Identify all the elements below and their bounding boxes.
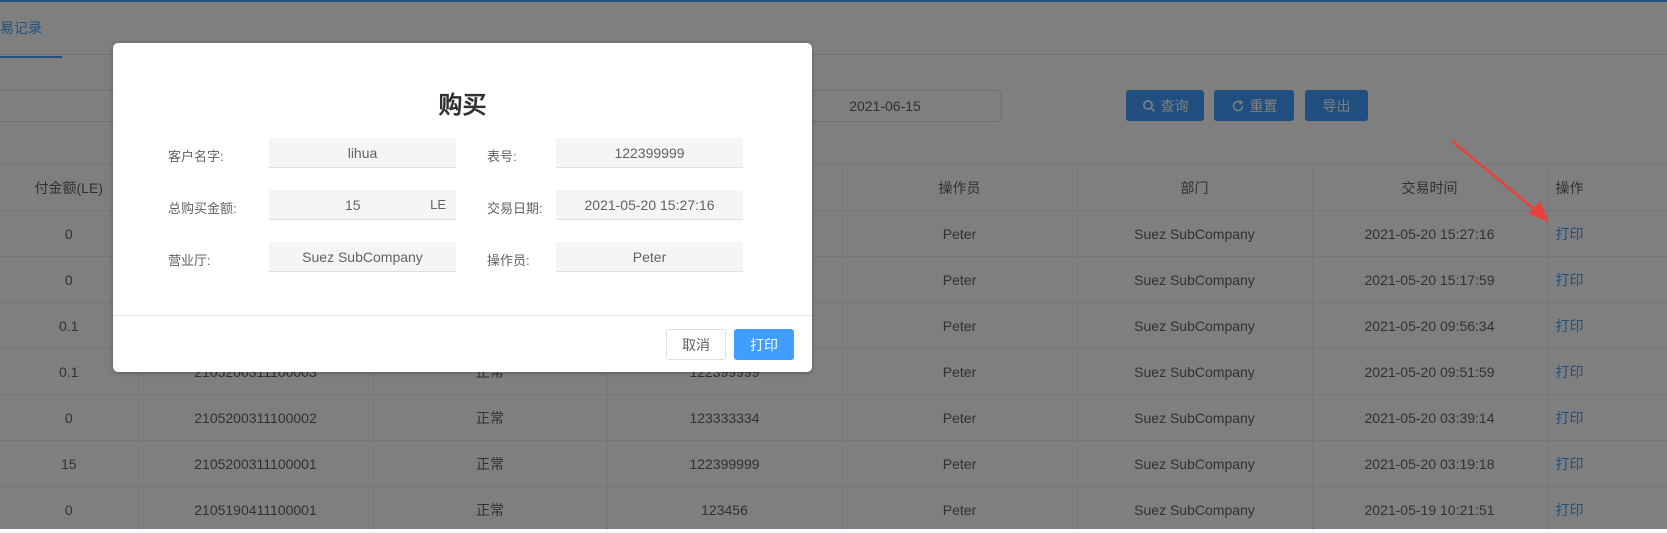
- transaction-date-field[interactable]: 2021-05-20 15:27:16: [556, 190, 743, 220]
- cancel-label: 取消: [682, 336, 710, 353]
- business-hall-value: Suez SubCompany: [302, 248, 423, 265]
- dialog-title: 购买: [438, 92, 487, 119]
- operator-label: 操作员:: [487, 253, 530, 268]
- transaction-date-value: 2021-05-20 15:27:16: [584, 196, 715, 213]
- customer-name-field[interactable]: lihua: [269, 138, 456, 168]
- print-label: 打印: [750, 336, 778, 353]
- print-button[interactable]: 打印: [734, 329, 794, 360]
- meter-number-value: 122399999: [614, 144, 685, 161]
- purchase-dialog: 购买 客户名字: lihua 表号: 122399999 总购买金额: 15 L…: [113, 43, 812, 372]
- operator-field[interactable]: Peter: [556, 242, 743, 272]
- total-amount-unit: LE: [430, 197, 446, 212]
- total-amount-field[interactable]: 15 LE: [269, 190, 456, 220]
- customer-name-value: lihua: [347, 144, 378, 161]
- customer-name-label: 客户名字:: [168, 149, 224, 164]
- total-amount-label: 总购买金额:: [168, 201, 237, 216]
- operator-value: Peter: [632, 248, 667, 265]
- total-amount-value: 15: [345, 196, 361, 213]
- dialog-footer-divider: [113, 315, 812, 316]
- cancel-button[interactable]: 取消: [666, 329, 726, 360]
- business-hall-label: 营业厅:: [168, 253, 211, 268]
- meter-number-field[interactable]: 122399999: [556, 138, 743, 168]
- transaction-date-label: 交易日期:: [487, 201, 543, 216]
- business-hall-field[interactable]: Suez SubCompany: [269, 242, 456, 272]
- meter-number-label: 表号:: [487, 149, 517, 164]
